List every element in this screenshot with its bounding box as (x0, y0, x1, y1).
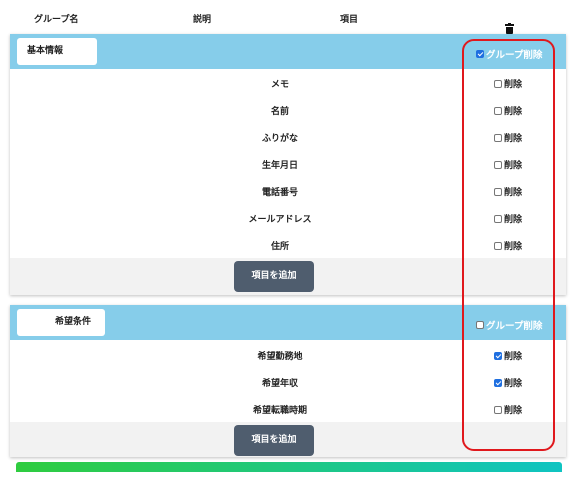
group-header: 基本情報 グループ削除 (10, 34, 566, 69)
delete-label: 削除 (504, 107, 523, 117)
item-label: ふりがな (261, 134, 298, 144)
header-description: 説明 (193, 15, 212, 25)
item-label: 名前 (270, 107, 289, 117)
item-delete-toggle[interactable]: 削除 (494, 185, 522, 198)
delete-label: 削除 (504, 215, 523, 225)
list-item: メモ 削除 (10, 69, 566, 96)
list-item: 希望年収 削除 (10, 368, 566, 395)
header-group-name: グループ名 (34, 15, 79, 25)
table-header: グループ名 説明 項目 (0, 0, 587, 34)
group-card-preferences: 希望条件 グループ削除 希望勤務地 削除 希望年収 削除 希望転職時期 削除 項… (10, 305, 566, 457)
group-name-field[interactable]: 基本情報 (17, 38, 97, 65)
item-label: 希望勤務地 (257, 352, 303, 362)
delete-label: 削除 (504, 406, 523, 416)
delete-checkbox[interactable] (494, 241, 502, 250)
item-label: メールアドレス (248, 215, 312, 225)
item-label: 住所 (270, 242, 289, 252)
group-name-field[interactable]: 希望条件 (17, 309, 105, 336)
delete-checkbox[interactable] (494, 160, 502, 169)
list-item: 電話番号 削除 (10, 177, 566, 204)
item-delete-toggle[interactable]: 削除 (494, 104, 522, 117)
add-item-button[interactable]: 項目を追加 (234, 261, 314, 292)
item-label: 生年月日 (261, 161, 298, 171)
delete-checkbox[interactable] (494, 133, 502, 142)
list-item: 希望転職時期 削除 (10, 395, 566, 422)
item-delete-toggle[interactable]: 削除 (494, 77, 522, 90)
group-delete-toggle[interactable]: グループ削除 (476, 318, 542, 332)
group-delete-label: グループ削除 (486, 321, 543, 332)
delete-label: 削除 (504, 161, 523, 171)
delete-checkbox[interactable] (494, 187, 502, 196)
group-delete-checkbox[interactable] (476, 321, 484, 329)
item-delete-toggle[interactable]: 削除 (494, 403, 522, 416)
delete-label: 削除 (504, 242, 523, 252)
list-item: ふりがな 削除 (10, 123, 566, 150)
delete-checkbox[interactable] (494, 106, 502, 115)
group-delete-toggle[interactable]: グループ削除 (476, 47, 542, 61)
list-item: 希望勤務地 削除 (10, 341, 566, 368)
group-card-basic-info: 基本情報 グループ削除 メモ 削除 名前 削除 ふりがな 削除 生年月日 削除 … (10, 34, 566, 295)
save-bar[interactable] (16, 462, 562, 472)
item-label: 希望転職時期 (252, 406, 307, 416)
item-delete-toggle[interactable]: 削除 (494, 239, 522, 252)
delete-checkbox[interactable] (494, 405, 502, 414)
item-delete-toggle[interactable]: 削除 (494, 131, 522, 144)
item-label: 電話番号 (261, 188, 298, 198)
delete-checkbox[interactable] (494, 79, 502, 88)
list-item: 名前 削除 (10, 96, 566, 123)
add-item-button[interactable]: 項目を追加 (234, 425, 314, 456)
delete-label: 削除 (504, 379, 523, 389)
delete-checkbox[interactable] (494, 378, 502, 387)
item-label: メモ (270, 80, 289, 90)
delete-label: 削除 (504, 188, 523, 198)
group-header: 希望条件 グループ削除 (10, 305, 566, 340)
group-footer: 項目を追加 (10, 258, 566, 295)
delete-label: 削除 (504, 80, 523, 90)
group-delete-label: グループ削除 (486, 50, 543, 61)
item-delete-toggle[interactable]: 削除 (494, 376, 522, 389)
item-delete-toggle[interactable]: 削除 (494, 158, 522, 171)
group-delete-checkbox[interactable] (476, 50, 484, 58)
item-label: 希望年収 (261, 379, 298, 389)
delete-checkbox[interactable] (494, 214, 502, 223)
item-delete-toggle[interactable]: 削除 (494, 349, 522, 362)
list-item: 生年月日 削除 (10, 150, 566, 177)
delete-checkbox[interactable] (494, 351, 502, 360)
item-delete-toggle[interactable]: 削除 (494, 212, 522, 225)
header-item: 項目 (340, 15, 359, 25)
delete-label: 削除 (504, 352, 523, 362)
delete-label: 削除 (504, 134, 523, 144)
list-item: メールアドレス 削除 (10, 204, 566, 231)
group-footer: 項目を追加 (10, 422, 566, 457)
list-item: 住所 削除 (10, 231, 566, 258)
